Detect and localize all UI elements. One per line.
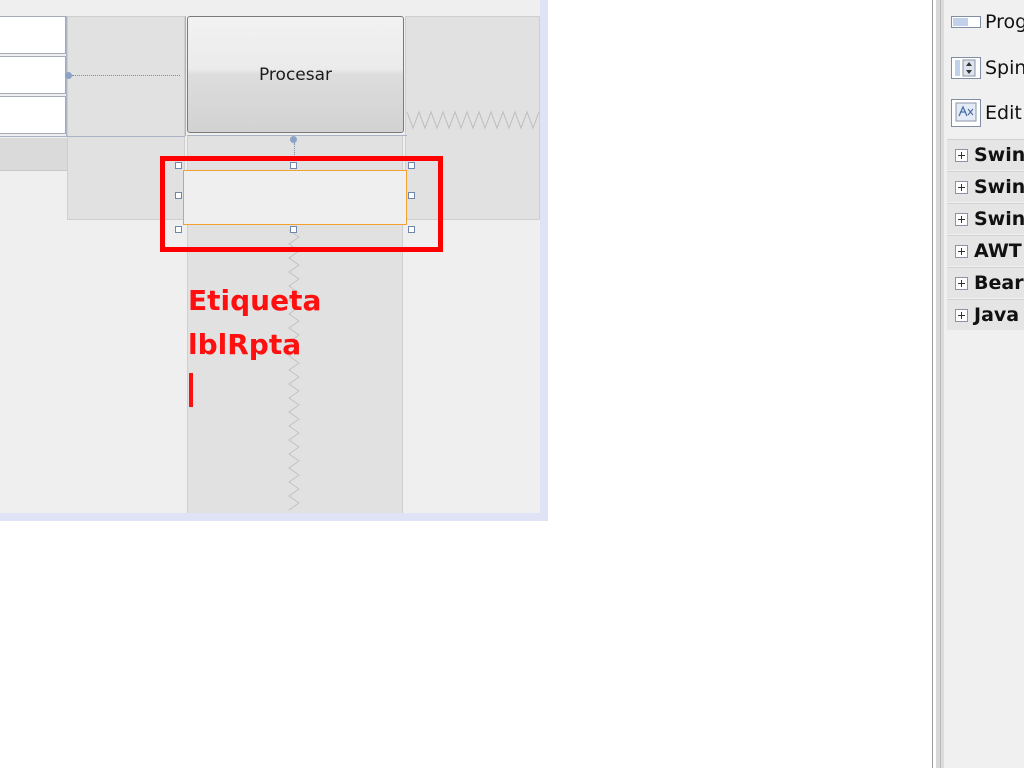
palette-item-label: Prog <box>985 11 1024 33</box>
palette-category-label: Swin <box>974 208 1024 230</box>
expand-plus-icon <box>955 308 968 322</box>
spinner-icon <box>951 53 981 83</box>
palette-item-label: Spin <box>985 57 1024 79</box>
expand-plus-icon <box>955 180 968 194</box>
palette-category-label: Java <box>974 304 1020 326</box>
resize-zigzag-horizontal <box>407 110 540 130</box>
palette-item-label: Edit <box>985 102 1022 124</box>
expand-plus-icon <box>955 244 968 258</box>
expand-plus-icon <box>955 212 968 226</box>
canvas-border <box>0 513 548 521</box>
progress-bar-icon <box>951 7 981 37</box>
layout-guide-line <box>185 16 186 136</box>
palette-item-editor-pane[interactable]: Edit <box>951 97 1022 129</box>
editor-pane-icon <box>951 98 981 128</box>
annotation-line-2: lblRpta <box>188 328 302 361</box>
design-canvas[interactable]: Procesar Etiqueta lblRpta <box>0 0 540 513</box>
expand-plus-icon <box>955 148 968 162</box>
canvas-border <box>540 0 548 521</box>
palette-category-swing-containers[interactable]: Swin <box>947 139 1024 170</box>
palette-category-swing-menus[interactable]: Swin <box>947 171 1024 202</box>
resize-zigzag-vertical <box>288 230 300 511</box>
palette-category-label: Bear <box>974 272 1024 294</box>
component-palette: Prog Spin Edit Swin Swin Swin AWT Bear J… <box>941 0 1024 768</box>
layout-guide-line <box>187 135 407 136</box>
palette-category-awt[interactable]: AWT <box>947 235 1024 266</box>
annotation-line-1: Etiqueta <box>188 284 322 317</box>
palette-category-label: AWT <box>974 240 1022 262</box>
palette-category-label: Swin <box>974 144 1024 166</box>
palette-item-progress-bar[interactable]: Prog <box>951 6 1024 38</box>
panel-divider[interactable] <box>932 0 933 768</box>
anchor-point[interactable] <box>290 136 297 143</box>
text-field[interactable] <box>0 96 66 134</box>
palette-category-swing-windows[interactable]: Swin <box>947 203 1024 234</box>
layout-guide-line <box>0 136 185 137</box>
text-field[interactable] <box>0 56 66 94</box>
procesar-button[interactable]: Procesar <box>187 16 404 133</box>
highlight-box <box>160 156 443 252</box>
layout-cell <box>0 138 67 171</box>
anchor-point[interactable] <box>65 72 72 79</box>
palette-item-spinner[interactable]: Spin <box>951 52 1024 84</box>
palette-category-label: Swin <box>974 176 1024 198</box>
expand-plus-icon <box>955 276 968 290</box>
palette-category-java-persistence[interactable]: Java <box>947 299 1024 330</box>
annotation-arrow <box>189 373 193 407</box>
palette-category-beans[interactable]: Bear <box>947 267 1024 298</box>
anchor-connector-line <box>72 75 180 76</box>
text-field[interactable] <box>0 16 66 54</box>
